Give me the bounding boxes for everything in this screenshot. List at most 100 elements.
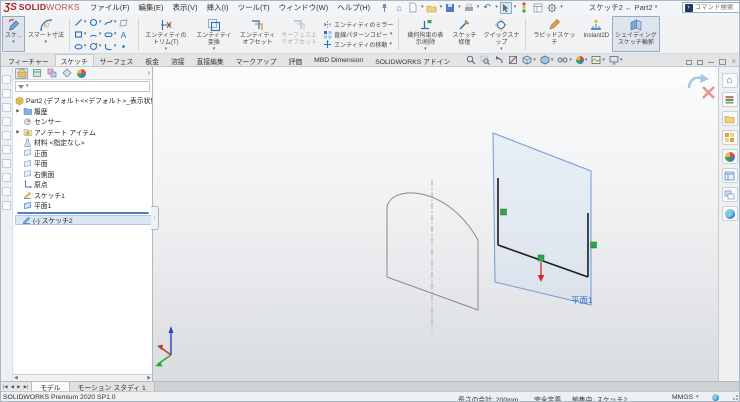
tree-item-sensors[interactable]: センサー (15, 116, 152, 127)
command-search[interactable]: › ▾ (682, 2, 740, 13)
status-globe-icon[interactable] (712, 394, 719, 402)
tree-item-origin[interactable]: 原点 (15, 179, 152, 190)
circle-tool-button[interactable]: ▾ (89, 16, 104, 28)
open-button[interactable] (426, 2, 438, 14)
view-orientation-button[interactable]: ▾ (522, 55, 536, 65)
arc-caret[interactable]: ▾ (99, 32, 102, 37)
perimeter-circle-tool-button[interactable]: ▾ (89, 40, 104, 52)
new-document-button[interactable] (407, 2, 419, 14)
design-library-button[interactable] (722, 92, 738, 107)
tree-filter-box[interactable]: ▾ (15, 81, 150, 92)
tree-item-front-plane[interactable]: 正面 (15, 148, 152, 159)
trim-entities-button[interactable]: エンティティのトリム(T) ▾ (141, 16, 191, 52)
sketch1-profile[interactable] (387, 193, 478, 310)
view-settings-caret[interactable]: ▾ (620, 58, 623, 63)
linear-pattern-button[interactable]: 直線パターンコピー ▾ (323, 30, 393, 39)
exit-sketch-caret[interactable]: ▾ (12, 40, 15, 45)
pattern-caret[interactable]: ▾ (390, 32, 393, 37)
hide-show-caret[interactable]: ▾ (569, 58, 572, 63)
appearance-caret[interactable]: ▾ (585, 58, 588, 63)
home-button[interactable]: ⌂ (393, 2, 405, 14)
dimxpert-manager-tab[interactable] (60, 68, 73, 79)
docked-toolbar-icon[interactable] (2, 187, 11, 196)
spline-caret[interactable]: ▾ (114, 20, 117, 25)
menu-tools[interactable]: ツール(T) (238, 2, 270, 13)
tree-item-top-plane[interactable]: 平面 (15, 158, 152, 169)
menu-view[interactable]: 表示(V) (172, 2, 197, 13)
confirmation-corner[interactable] (689, 74, 714, 98)
tree-item-sketch1[interactable]: スケッチ1 (15, 190, 152, 201)
sketch-canvas[interactable]: 平面1 (153, 67, 718, 381)
tree-item-annotations[interactable]: ▶ A アノテート アイテム (15, 127, 152, 138)
filter-caret[interactable]: ▾ (26, 84, 29, 89)
fm-tabs-overflow[interactable]: › (148, 70, 150, 77)
fillet-tool-button[interactable]: ▾ (104, 40, 119, 52)
model-tab[interactable]: モデル (32, 382, 69, 391)
circle-caret[interactable]: ▾ (99, 20, 102, 25)
doc-close-button[interactable]: × (731, 58, 736, 66)
display-manager-tab[interactable] (75, 68, 88, 79)
display-delete-relations-button[interactable]: 幾何拘束の表示/削除 ▾ (401, 16, 449, 52)
previous-view-button[interactable] (494, 55, 504, 65)
view-settings-button[interactable]: ▾ (609, 55, 623, 65)
shaded-sketch-contours-button[interactable]: シェイディング スケッチ輪郭 (612, 16, 660, 52)
tab-mbd-dimension[interactable]: MBD Dimension (308, 54, 369, 66)
display-style-caret[interactable]: ▾ (551, 58, 554, 63)
docked-toolbar-icon[interactable] (2, 89, 11, 98)
convert-entities-button[interactable]: エンティティ変換 ▾ (191, 16, 237, 52)
perimeter-caret[interactable]: ▾ (99, 44, 102, 49)
prev-tab-button[interactable]: ◀ (10, 384, 15, 390)
trim-caret[interactable]: ▾ (165, 47, 168, 52)
edit-appearance-button[interactable]: ▾ (576, 56, 588, 64)
docked-toolbar-icon[interactable] (2, 103, 11, 112)
scene-caret[interactable]: ▾ (602, 58, 605, 63)
options-caret[interactable]: ▾ (560, 5, 563, 10)
tree-item-material[interactable]: 材料 <指定なし> (15, 137, 152, 148)
zoom-to-area-button[interactable] (480, 55, 490, 65)
file-explorer-button[interactable] (722, 111, 738, 126)
arc-tool-button[interactable]: ▾ (89, 28, 104, 40)
docked-toolbar-icon[interactable] (2, 117, 11, 126)
menu-insert[interactable]: 挿入(I) (206, 2, 228, 13)
docked-toolbar-icon[interactable] (2, 173, 11, 182)
view-orientation-caret[interactable]: ▾ (533, 58, 536, 63)
pin-icon[interactable] (380, 2, 389, 14)
rapid-sketch-button[interactable]: ラピッドスケッチ (528, 16, 580, 52)
rectangle-caret[interactable]: ▾ (84, 32, 87, 37)
options-gear-button[interactable] (546, 2, 558, 14)
new-caret[interactable]: ▾ (421, 5, 424, 10)
rectangle-tool-button[interactable]: ▾ (74, 28, 89, 40)
file-properties-button[interactable] (532, 2, 544, 14)
rebuild-traffic-light-icon[interactable] (518, 2, 530, 14)
smart-dimension-button[interactable]: 67 スマート寸法 ▾ (25, 16, 67, 52)
doc-window-icon[interactable] (686, 60, 692, 65)
tab-markup[interactable]: マークアップ (230, 54, 283, 66)
motion-study-tab[interactable]: モーション スタディ 1 (70, 382, 155, 391)
menu-file[interactable]: ファイル(F) (90, 2, 130, 13)
3dexperience-button[interactable] (722, 206, 738, 221)
last-tab-button[interactable]: ▶| (23, 384, 30, 390)
unit-system[interactable]: MMGS (672, 394, 693, 401)
tab-direct-editing[interactable]: 直接編集 (191, 54, 230, 66)
open-caret[interactable]: ▾ (440, 5, 443, 10)
print-button[interactable] (463, 2, 475, 14)
tab-surfaces[interactable]: サーフェス (94, 54, 140, 66)
spline-tool-button[interactable]: ▾ (104, 16, 119, 28)
rollback-bar[interactable] (17, 212, 149, 214)
section-view-button[interactable] (508, 55, 518, 65)
select-tool-button[interactable] (500, 2, 512, 14)
display-style-button[interactable]: ▾ (540, 55, 554, 65)
quick-snaps-button[interactable]: クイックスナップ ▾ (479, 16, 523, 52)
graphics-viewport[interactable]: 平面1 (153, 67, 718, 381)
print-caret[interactable]: ▾ (477, 5, 480, 10)
menu-window[interactable]: ウィンドウ(W) (279, 2, 329, 13)
docked-toolbar-icon[interactable] (2, 201, 11, 210)
property-manager-tab[interactable] (30, 68, 43, 79)
save-caret[interactable]: ▾ (458, 5, 461, 10)
panel-splitter-handle[interactable]: › (151, 206, 159, 230)
expand-icon[interactable]: ▶ (15, 129, 21, 135)
quick-snaps-caret[interactable]: ▾ (500, 47, 503, 52)
doc-window-icon[interactable] (697, 60, 703, 65)
tab-evaluate[interactable]: 評価 (283, 54, 309, 66)
tree-item-history[interactable]: ▶ 履歴 (15, 106, 152, 117)
